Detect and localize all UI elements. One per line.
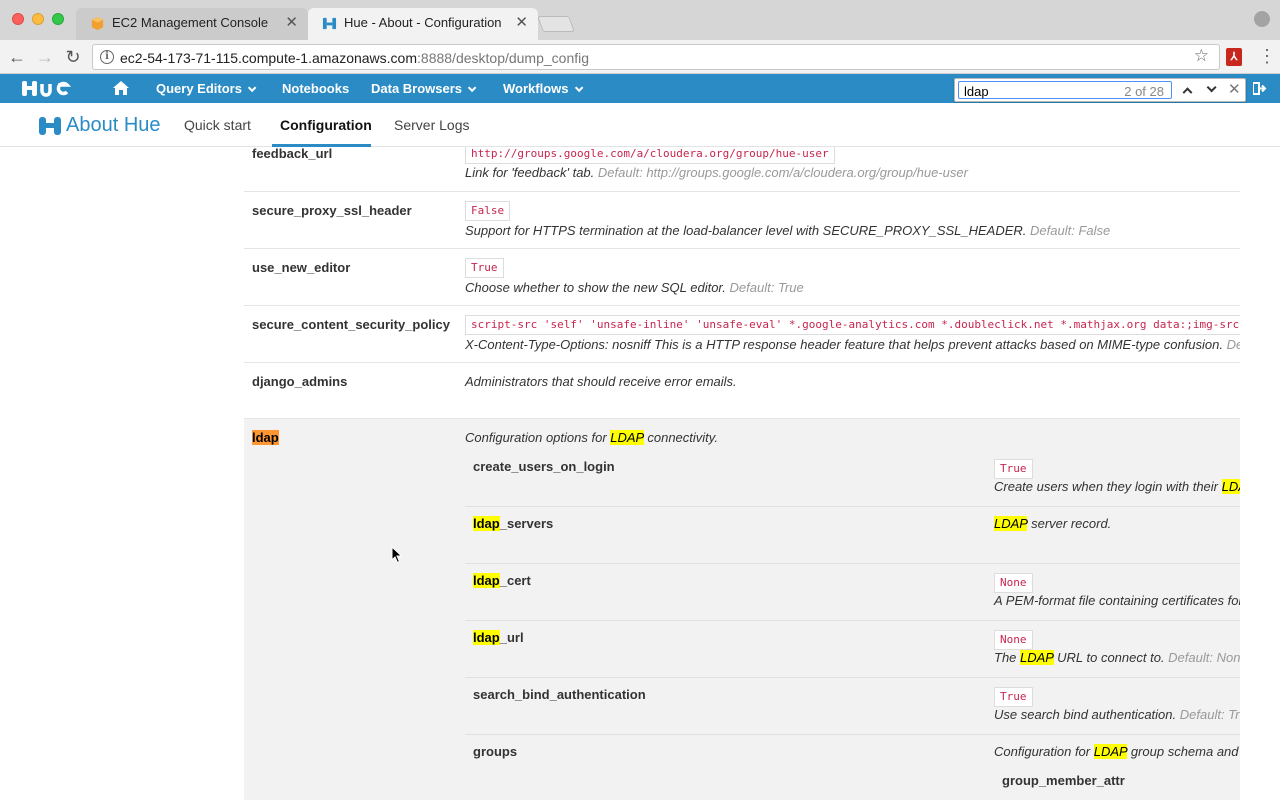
- browser-tab-bar: EC2 Management Console ✕ Hue - About - C…: [0, 0, 1280, 40]
- url-text: ec2-54-173-71-115.compute-1.amazonaws.co…: [120, 50, 590, 66]
- find-input[interactable]: ldap 2 of 28: [958, 81, 1172, 99]
- hue-h-logo-icon: [39, 117, 61, 135]
- config-value: True: [465, 258, 504, 278]
- ldap-option-row: ldap_cert None A PEM-format file contain…: [465, 564, 1240, 621]
- find-previous-button[interactable]: [1177, 81, 1197, 99]
- address-bar[interactable]: i ec2-54-173-71-115.compute-1.amazonaws.…: [92, 44, 1220, 70]
- info-icon[interactable]: i: [100, 50, 114, 64]
- ldap-option-row: search_bind_authentication True Use sear…: [465, 678, 1240, 735]
- config-description: Create users when they login with their …: [994, 479, 1240, 494]
- find-match-current: ldap: [252, 430, 279, 445]
- bookmark-star-icon[interactable]: ☆: [1194, 46, 1209, 66]
- page-title: About Hue: [66, 114, 161, 136]
- config-key: django_admins: [252, 374, 348, 389]
- config-row: secure_content_security_policy script-sr…: [244, 306, 1240, 363]
- config-key: secure_content_security_policy: [252, 317, 450, 332]
- pdf-extension-icon[interactable]: ⅄: [1226, 48, 1242, 66]
- minimize-window-button[interactable]: [32, 13, 44, 25]
- menu-data-browsers[interactable]: Data Browsers: [371, 81, 477, 96]
- config-key: group_member_attr: [1002, 773, 1125, 788]
- chevron-down-icon: [247, 83, 257, 93]
- config-row: secure_proxy_ssl_header False Support fo…: [244, 192, 1240, 249]
- config-key: ldap_cert: [473, 573, 531, 588]
- config-description: Configuration options for LDAP connectiv…: [465, 430, 718, 445]
- config-value: http://groups.google.com/a/cloudera.org/…: [465, 147, 835, 164]
- config-key: use_new_editor: [252, 260, 351, 275]
- config-key: feedback_url: [252, 147, 333, 161]
- config-description: X-Content-Type-Options: nosniff This is …: [465, 337, 1240, 352]
- find-next-button[interactable]: [1199, 81, 1219, 99]
- hue-favicon-icon: [322, 17, 337, 30]
- config-key: create_users_on_login: [473, 459, 615, 474]
- logout-icon[interactable]: [1253, 82, 1267, 95]
- find-in-page-bar: ldap 2 of 28 ✕: [954, 78, 1246, 102]
- chevron-down-icon: [574, 83, 583, 93]
- config-description: Configuration for LDAP group schema and …: [994, 744, 1240, 759]
- config-key: secure_proxy_ssl_header: [252, 203, 412, 218]
- menu-notebooks[interactable]: Notebooks: [282, 81, 349, 96]
- config-row: django_admins Administrators that should…: [244, 363, 1240, 419]
- config-key: ldap_servers: [473, 516, 554, 531]
- tab-title: Hue - About - Configuration: [344, 15, 502, 30]
- config-description: Use search bind authentication. Default:…: [994, 707, 1240, 722]
- config-key: groups: [473, 744, 518, 759]
- config-value: None: [994, 573, 1033, 593]
- chevron-up-icon: [1182, 87, 1192, 98]
- config-value: False: [465, 201, 511, 221]
- tab-ec2-console[interactable]: EC2 Management Console ✕: [76, 8, 308, 40]
- tab-configuration[interactable]: Configuration: [280, 117, 372, 133]
- browser-toolbar: ← → ↻ i ec2-54-173-71-115.compute-1.amaz…: [0, 40, 1280, 74]
- reload-icon[interactable]: ↻: [62, 46, 84, 68]
- tab-title: EC2 Management Console: [112, 15, 269, 30]
- tab-server-logs[interactable]: Server Logs: [394, 117, 469, 133]
- config-key: search_bind_authentication: [473, 687, 646, 702]
- hue-logo[interactable]: [22, 80, 80, 97]
- config-row: use_new_editor True Choose whether to sh…: [244, 249, 1240, 306]
- config-description: Administrators that should receive error…: [465, 374, 737, 389]
- config-description: Choose whether to show the new SQL edito…: [465, 280, 804, 295]
- tab-quick-start[interactable]: Quick start: [184, 117, 251, 133]
- chevron-down-icon: [467, 83, 477, 93]
- home-icon[interactable]: [112, 79, 130, 97]
- tab-hue-configuration[interactable]: Hue - About - Configuration ✕: [308, 8, 538, 40]
- menu-workflows[interactable]: Workflows: [503, 81, 583, 96]
- back-arrow-icon[interactable]: ←: [6, 46, 28, 68]
- find-close-icon[interactable]: ✕: [1228, 80, 1241, 98]
- ldap-option-row: ldap_url None The LDAP URL to connect to…: [465, 621, 1240, 678]
- mouse-cursor-icon: [391, 546, 403, 564]
- forward-arrow-icon[interactable]: →: [34, 46, 56, 68]
- config-value: None: [994, 630, 1033, 650]
- config-key: ldap_url: [473, 630, 524, 645]
- config-description: LDAP server record.: [994, 516, 1112, 531]
- config-value: True: [994, 687, 1033, 707]
- config-description: The LDAP URL to connect to. Default: Non…: [994, 650, 1240, 665]
- aws-cube-icon: [91, 16, 104, 31]
- ldap-option-row: create_users_on_login True Create users …: [465, 450, 1240, 507]
- chevron-down-icon: [1206, 82, 1217, 93]
- ldap-option-row: ldap_servers LDAP server record.: [465, 507, 1240, 564]
- config-row: feedback_url http://groups.google.com/a/…: [244, 147, 1240, 192]
- about-subheader: About Hue Quick start Configuration Serv…: [0, 103, 1280, 147]
- configuration-table: feedback_url http://groups.google.com/a/…: [244, 147, 1240, 800]
- new-tab-button[interactable]: [537, 16, 575, 32]
- close-window-button[interactable]: [12, 13, 24, 25]
- config-description: Support for HTTPS termination at the loa…: [465, 223, 1111, 238]
- config-description: Link for 'feedback' tab. Default: http:/…: [465, 165, 968, 180]
- ldap-option-row: groups Configuration for LDAP group sche…: [465, 735, 1240, 800]
- maximize-window-button[interactable]: [52, 13, 64, 25]
- profile-icon[interactable]: [1254, 11, 1270, 27]
- config-description: A PEM-format file containing certificate…: [994, 593, 1240, 608]
- find-match-count: 2 of 28: [1124, 84, 1164, 99]
- config-value: script-src 'self' 'unsafe-inline' 'unsaf…: [465, 315, 1240, 335]
- config-value: True: [994, 459, 1033, 479]
- browser-menu-icon[interactable]: ⋮: [1258, 46, 1276, 67]
- tab-close-icon[interactable]: ✕: [285, 8, 298, 37]
- tab-close-icon[interactable]: ✕: [515, 8, 528, 37]
- config-key: ldap: [252, 430, 279, 445]
- ldap-section: ldap Configuration options for LDAP conn…: [244, 419, 1240, 800]
- menu-query-editors[interactable]: Query Editors: [156, 81, 257, 96]
